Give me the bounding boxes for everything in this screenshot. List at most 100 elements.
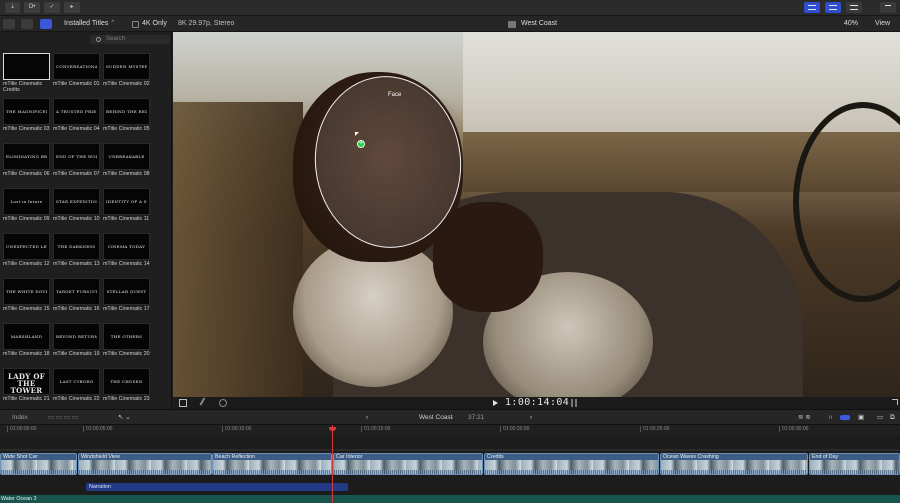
title-tile[interactable]: Lost in future mTitle Cinematic 09	[3, 188, 50, 222]
category-popup[interactable]: Installed Titles	[64, 19, 108, 29]
effects-icon[interactable]: ▭	[877, 413, 883, 423]
ruler-tick: 01:00:20:00	[499, 426, 530, 432]
title-tile[interactable]: TARGET PURSUIT mTitle Cinematic 16	[53, 278, 100, 312]
snapping-toggle[interactable]	[840, 415, 850, 420]
title-thumbnail[interactable]: SUDDEN MYSTERY	[103, 53, 150, 80]
libraries-icon[interactable]	[3, 19, 15, 29]
title-tile[interactable]: THE MAGNIFICENT MOUNTAIN mTitle Cinematic…	[3, 98, 50, 132]
keywords-button[interactable]: O•	[24, 2, 40, 13]
index-button[interactable]: Index	[12, 413, 28, 423]
title-thumbnail[interactable]: CONVERSATIONALIST	[53, 53, 100, 80]
title-thumbnail[interactable]: THE MAGNIFICENT MOUNTAIN	[3, 98, 50, 125]
title-tile[interactable]: IDENTITY OF A SPY mTitle Cinematic 11	[103, 188, 150, 222]
timeline-clip[interactable]: Car Interior	[333, 453, 483, 475]
title-tile[interactable]: MARSHLAND mTitle Cinematic 18	[3, 323, 50, 357]
title-tile[interactable]: BEHIND THE RED DOOR mTitle Cinematic 05	[103, 98, 150, 132]
title-thumbnail[interactable]: TARGET PURSUIT	[53, 278, 100, 305]
title-tile[interactable]: SUDDEN MYSTERY mTitle Cinematic 02	[103, 53, 150, 87]
title-thumbnail[interactable]: BEYOND RETURNING PAST	[53, 323, 100, 350]
title-tile[interactable]: mTitle Cinematic Credits	[3, 53, 50, 93]
title-thumbnail[interactable]: IDENTITY OF A SPY	[103, 188, 150, 215]
4k-only-checkbox[interactable]	[132, 21, 139, 28]
view-popup[interactable]: View	[875, 19, 890, 29]
title-tile[interactable]: UNBREAKABLE mTitle Cinematic 08	[103, 143, 150, 177]
narration-clip[interactable]: Narration	[86, 483, 348, 491]
title-thumbnail[interactable]: THE DARKNESS	[53, 233, 100, 260]
cursor-icon	[355, 132, 359, 136]
title-thumbnail[interactable]: LADY OF THE TOWER	[3, 368, 50, 395]
clip-appearance-icon[interactable]: ▣	[858, 413, 864, 423]
photos-icon[interactable]	[21, 19, 33, 29]
title-tile[interactable]: LAST CYBORG mTitle Cinematic 22	[53, 368, 100, 402]
title-preview-text: SUDDEN MYSTERY	[106, 64, 147, 69]
timeline-layout-icon[interactable]	[825, 2, 841, 13]
title-thumbnail[interactable]: BEHIND THE RED DOOR	[103, 98, 150, 125]
title-thumbnail[interactable]: A TRUSTED FRIEND	[53, 98, 100, 125]
zoom-popup[interactable]: 40%	[844, 19, 858, 29]
title-thumbnail[interactable]: THE WHITE DOVE	[3, 278, 50, 305]
title-tile[interactable]: CINEMA TODAY mTitle Cinematic 14	[103, 233, 150, 267]
play-icon[interactable]	[493, 400, 498, 406]
title-thumbnail[interactable]: LAST CYBORG	[53, 368, 100, 395]
timeline-tracks[interactable]: Narration Water Ocean 3 Wide Shot Car Win…	[0, 435, 900, 503]
timeline-clip[interactable]: End of Day	[809, 453, 900, 475]
browser-layout-icon[interactable]	[804, 2, 820, 13]
title-thumbnail[interactable]: MARSHLAND	[3, 323, 50, 350]
title-tile[interactable]: UNEXPECTED LETTER mTitle Cinematic 12	[3, 233, 50, 267]
title-thumbnail[interactable]: Lost in future	[3, 188, 50, 215]
title-thumbnail[interactable]: UNEXPECTED LETTER	[3, 233, 50, 260]
headphones-icon[interactable]: ∩	[828, 413, 833, 423]
title-tile[interactable]: THE DARKNESS mTitle Cinematic 13	[53, 233, 100, 267]
title-tile[interactable]: STELLAR QUEST mTitle Cinematic 17	[103, 278, 150, 312]
title-tile[interactable]: ELIMINATING BRUTAL mTitle Cinematic 06	[3, 143, 50, 177]
inspector-toggle-icon[interactable]	[846, 2, 862, 13]
title-thumbnail[interactable]: THE OTHERS	[103, 323, 150, 350]
title-thumbnail[interactable]: STAR EXPEDITION	[53, 188, 100, 215]
title-tile[interactable]: END OF THE WORLD mTitle Cinematic 07	[53, 143, 100, 177]
timeline-clip[interactable]: Ocean Waves Crashing	[660, 453, 808, 475]
timeline-ruler[interactable]: 01:00:00:00 01:00:05:00 01:00:10:00 01:00:1…	[0, 425, 900, 435]
viewer[interactable]: Face +	[173, 32, 900, 397]
title-thumbnail[interactable]	[3, 53, 50, 80]
titles-icon[interactable]	[40, 19, 52, 29]
title-thumbnail[interactable]: STELLAR QUEST	[103, 278, 150, 305]
title-tile[interactable]: CONVERSATIONALIST mTitle Cinematic 01	[53, 53, 100, 87]
timeline-clip[interactable]: Windshield View	[78, 453, 212, 475]
music-clip[interactable]: Water Ocean 3	[0, 495, 900, 503]
title-preview-text: LAST CYBORG	[59, 379, 94, 384]
analysis-button[interactable]: ✓	[44, 2, 60, 13]
clip-tools-icon[interactable]: ▭ ▭ ▭ ▭	[48, 413, 78, 423]
title-tile[interactable]: THE CHOSEN mTitle Cinematic 23	[103, 368, 150, 402]
title-thumbnail[interactable]: ELIMINATING BRUTAL	[3, 143, 50, 170]
fullscreen-icon[interactable]	[892, 399, 898, 405]
title-tile[interactable]: THE OTHERS mTitle Cinematic 20	[103, 323, 150, 357]
background-tasks-button[interactable]: ▸	[64, 2, 80, 13]
transitions-icon[interactable]: ⧉	[890, 413, 895, 423]
title-thumbnail[interactable]: UNBREAKABLE	[103, 143, 150, 170]
enhance-icon[interactable]	[199, 397, 211, 409]
search-field[interactable]: Search	[90, 35, 170, 44]
speed-icon[interactable]	[219, 399, 227, 407]
transform-icon[interactable]	[179, 399, 187, 407]
select-tool-icon[interactable]: ↖ ⌄	[118, 413, 131, 423]
title-thumbnail[interactable]: CINEMA TODAY	[103, 233, 150, 260]
share-icon[interactable]	[880, 2, 896, 13]
playhead[interactable]	[332, 425, 333, 503]
ruler-tick: 01:00:30:00	[778, 426, 809, 432]
title-caption: mTitle Cinematic 22	[53, 396, 100, 402]
title-tile[interactable]: STAR EXPEDITION mTitle Cinematic 10	[53, 188, 100, 222]
timeline-clip[interactable]: Credits	[484, 453, 659, 475]
title-tile[interactable]: THE WHITE DOVE mTitle Cinematic 15	[3, 278, 50, 312]
forward-arrow-icon[interactable]: ›	[530, 413, 532, 423]
back-arrow-icon[interactable]: ‹	[366, 413, 368, 423]
title-tile[interactable]: LADY OF THE TOWER mTitle Cinematic 21	[3, 368, 50, 402]
title-thumbnail[interactable]: END OF THE WORLD	[53, 143, 100, 170]
timeline-clip[interactable]: Beach Reflection	[212, 453, 332, 475]
import-button[interactable]: ⇣	[5, 2, 20, 13]
title-tile[interactable]: A TRUSTED FRIEND mTitle Cinematic 04	[53, 98, 100, 132]
title-tile[interactable]: BEYOND RETURNING PAST mTitle Cinematic 19	[53, 323, 100, 357]
mask-center-handle[interactable]: +	[357, 140, 365, 148]
title-thumbnail[interactable]: THE CHOSEN	[103, 368, 150, 395]
timeline-clip[interactable]: Wide Shot Car	[0, 453, 77, 475]
audio-skimming-icon[interactable]: ≋ ≋	[798, 413, 811, 423]
